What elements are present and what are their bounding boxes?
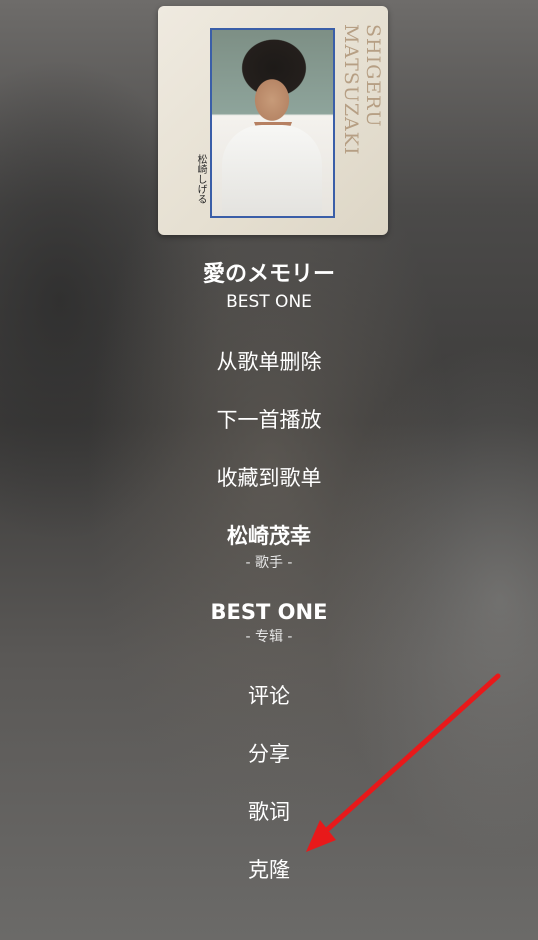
menu-artist-sub: - 歌手 -	[245, 555, 293, 571]
menu-comments-label: 评论	[248, 684, 290, 708]
album-cover: 松崎しげる SHIGERU MATSUZAKI	[158, 6, 388, 235]
artist-photo	[210, 28, 335, 218]
menu-artist-name: 松崎茂幸	[227, 524, 311, 548]
menu-clone-label: 克隆	[248, 858, 290, 882]
menu-remove-label: 从歌单删除	[216, 350, 322, 374]
cover-artist-romaji: SHIGERU MATSUZAKI	[340, 24, 384, 156]
menu-play-next-label: 下一首播放	[216, 408, 322, 432]
cover-artist-kana: 松崎しげる	[195, 154, 206, 204]
menu-artist[interactable]: 松崎茂幸 - 歌手 -	[0, 520, 538, 572]
song-title: 愛のメモリー	[202, 262, 335, 287]
menu-lyrics-label: 歌词	[248, 800, 290, 824]
menu-share[interactable]: 分享	[0, 738, 538, 768]
menu-clone[interactable]: 克隆	[0, 854, 538, 884]
menu-album-name: BEST ONE	[210, 600, 328, 624]
menu-play-next[interactable]: 下一首播放	[0, 404, 538, 434]
menu-collect-label: 收藏到歌单	[216, 466, 322, 490]
menu-album[interactable]: BEST ONE - 专辑 -	[0, 600, 538, 646]
song-album: BEST ONE	[226, 292, 312, 312]
menu-share-label: 分享	[248, 742, 290, 766]
menu-lyrics[interactable]: 歌词	[0, 796, 538, 826]
menu-remove-from-playlist[interactable]: 从歌单删除	[0, 346, 538, 376]
song-options-screen: 松崎しげる SHIGERU MATSUZAKI 愛のメモリー BEST ONE …	[0, 0, 538, 940]
menu-album-sub: - 专辑 -	[245, 629, 293, 645]
menu-add-to-playlist[interactable]: 收藏到歌单	[0, 462, 538, 492]
menu-comments[interactable]: 评论	[0, 680, 538, 710]
